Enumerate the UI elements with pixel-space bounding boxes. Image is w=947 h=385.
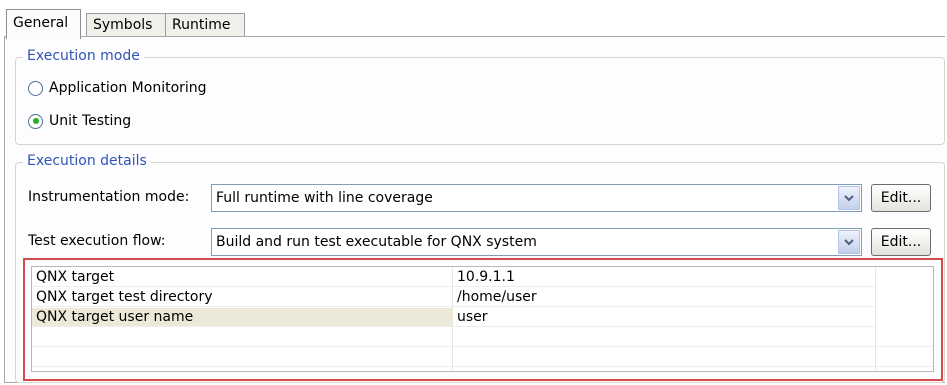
application-monitoring-radio[interactable]: Application Monitoring	[28, 77, 207, 99]
tab-general[interactable]: General	[6, 9, 81, 39]
chevron-down-icon[interactable]	[838, 186, 860, 210]
chevron-down-icon[interactable]	[838, 230, 860, 254]
property-name-test-directory[interactable]: QNX target test directory	[32, 288, 453, 307]
radio-checked-icon	[28, 113, 43, 129]
instrumentation-mode-label: Instrumentation mode:	[28, 189, 190, 205]
instrumentation-mode-select[interactable]: Full runtime with line coverage	[211, 184, 862, 212]
property-name-user-name[interactable]: QNX target user name	[32, 308, 453, 327]
property-value-user-name[interactable]: user	[453, 308, 875, 327]
tab-symbols[interactable]: Symbols	[86, 13, 166, 37]
unit-testing-label: Unit Testing	[49, 113, 132, 129]
launch-configuration-page: General Symbols Runtime Execution mode A…	[0, 0, 947, 385]
test-execution-flow-label: Test execution flow:	[28, 233, 166, 249]
property-value-qnx-target[interactable]: 10.9.1.1	[453, 268, 875, 287]
qnx-properties-highlight: QNX target 10.9.1.1 QNX target test dire…	[23, 258, 943, 381]
instrumentation-edit-button[interactable]: Edit...	[871, 184, 931, 212]
application-monitoring-label: Application Monitoring	[49, 80, 207, 96]
radio-unchecked-icon	[28, 80, 43, 96]
property-name-qnx-target[interactable]: QNX target	[32, 268, 453, 287]
qnx-properties-table: QNX target 10.9.1.1 QNX target test dire…	[31, 266, 934, 372]
empty-row	[32, 328, 933, 347]
execution-mode-title: Execution mode	[23, 47, 144, 65]
unit-testing-radio[interactable]: Unit Testing	[28, 110, 131, 132]
test-execution-flow-value: Build and run test executable for QNX sy…	[216, 234, 537, 250]
execution-mode-group: Execution mode Application Monitoring Un…	[15, 47, 945, 145]
execution-details-title: Execution details	[23, 152, 151, 170]
property-value-test-directory[interactable]: /home/user	[453, 288, 875, 307]
empty-row	[32, 348, 933, 367]
tab-runtime[interactable]: Runtime	[165, 13, 245, 37]
test-execution-flow-select[interactable]: Build and run test executable for QNX sy…	[211, 228, 862, 256]
instrumentation-mode-value: Full runtime with line coverage	[216, 190, 433, 206]
flow-edit-button[interactable]: Edit...	[871, 228, 931, 256]
